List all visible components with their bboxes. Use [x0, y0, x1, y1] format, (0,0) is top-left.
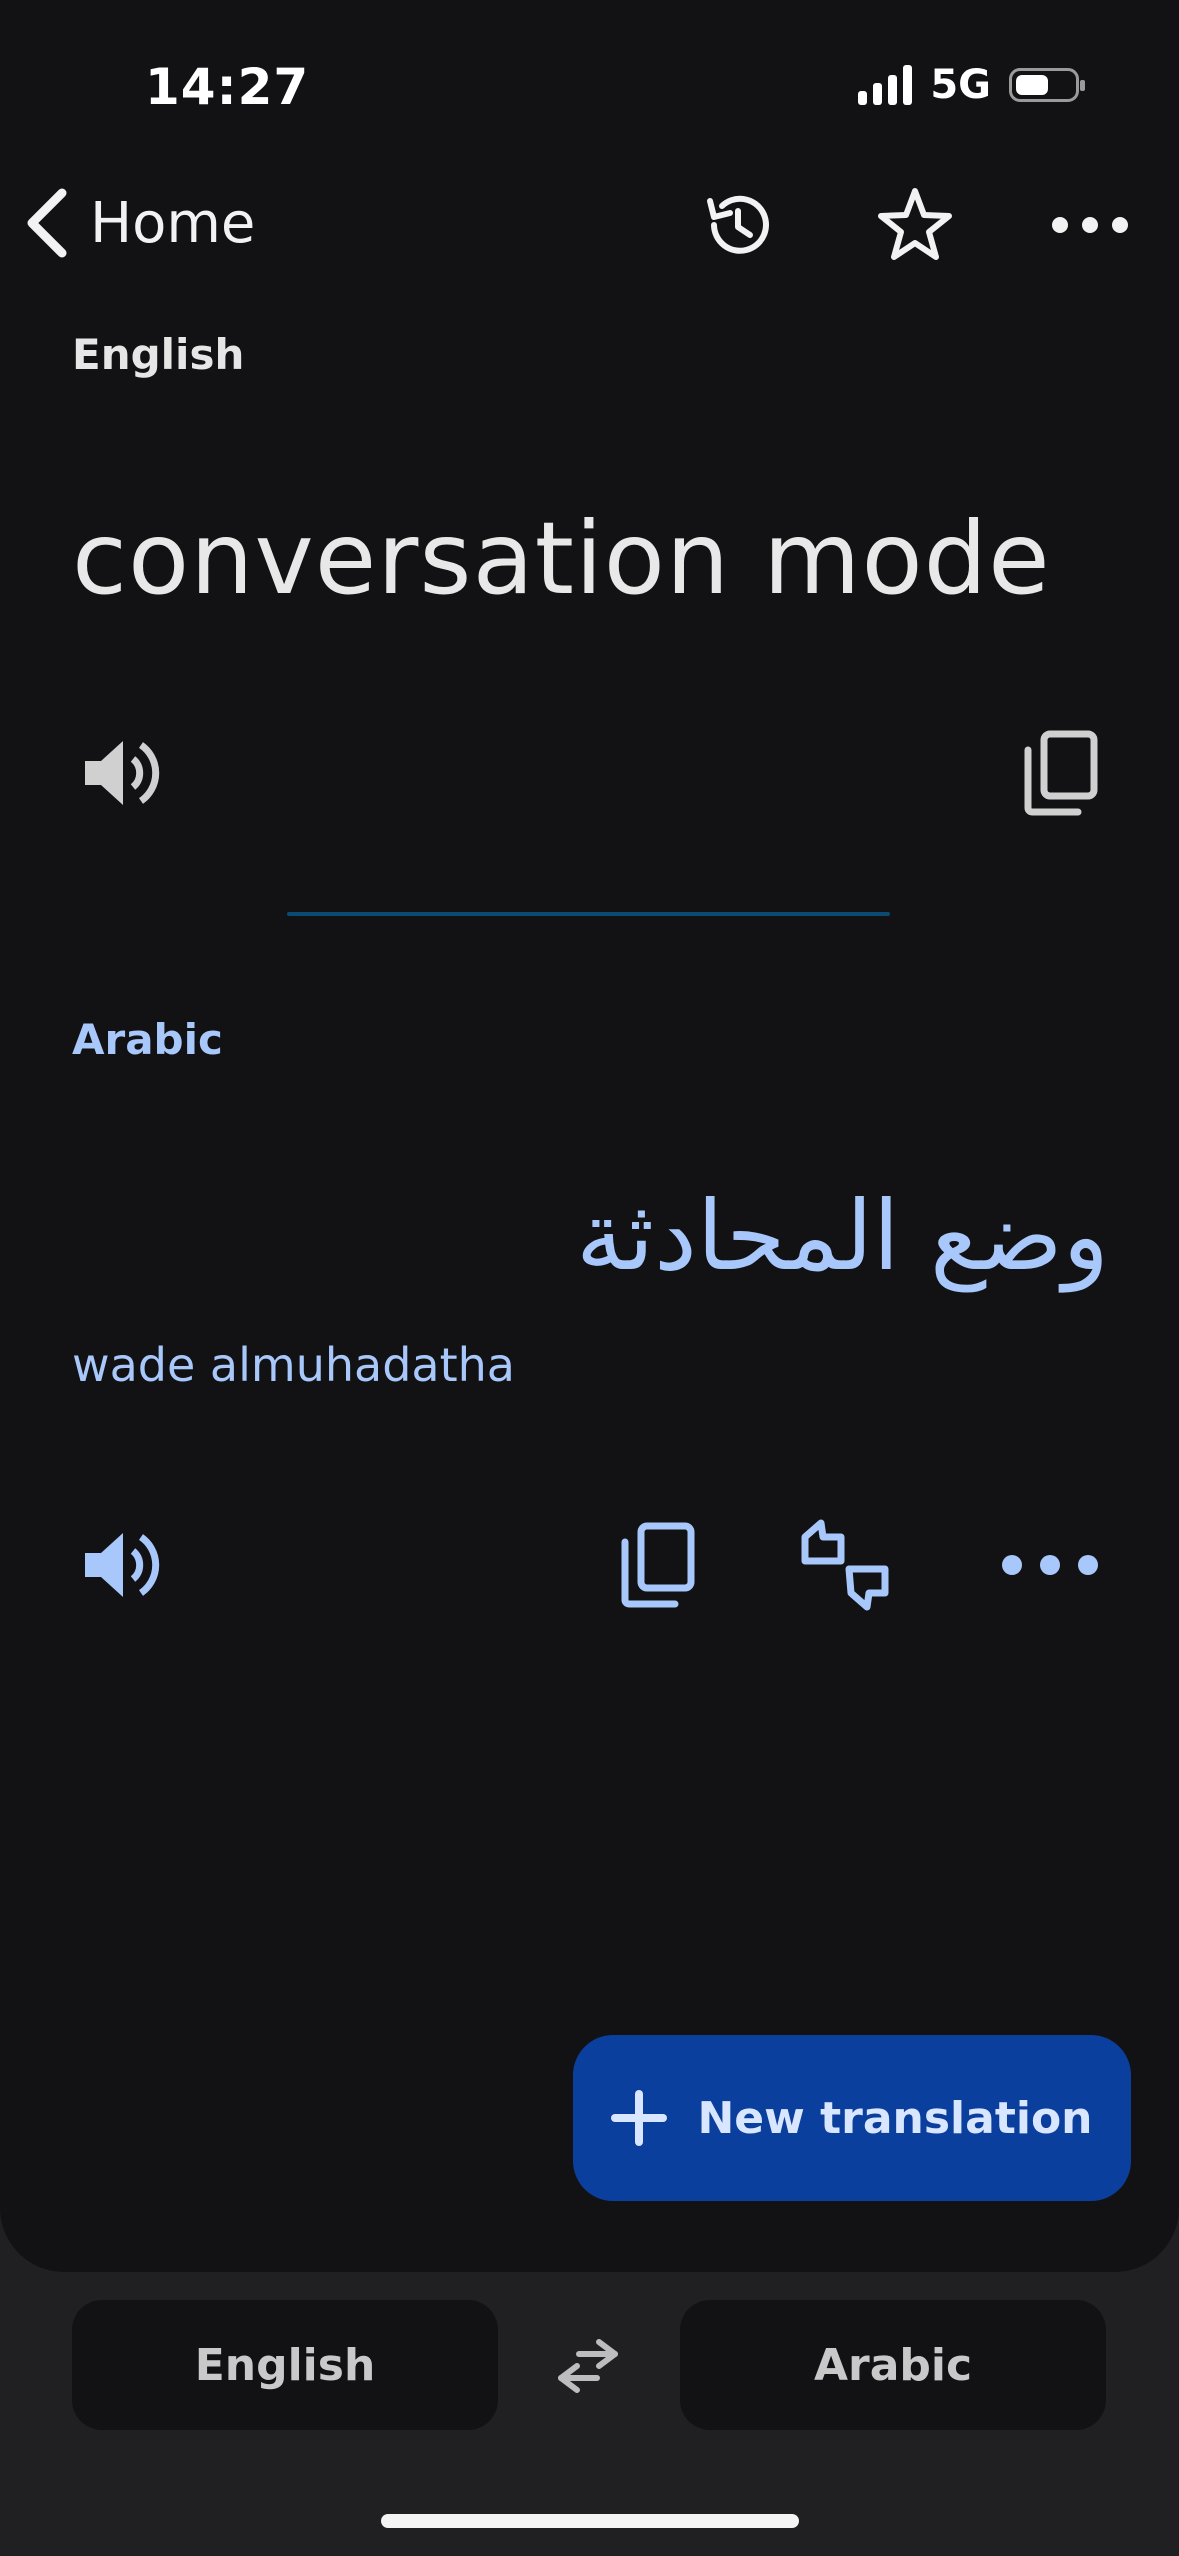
target-language-button[interactable]: Arabic	[680, 2300, 1106, 2430]
new-translation-label: New translation	[697, 2092, 1093, 2144]
source-language-label: English	[72, 330, 245, 379]
signal-icon	[858, 65, 913, 105]
feedback-icon[interactable]	[795, 1515, 895, 1615]
divider	[287, 912, 890, 916]
status-time: 14:27	[145, 58, 310, 116]
source-text[interactable]: conversation mode	[72, 500, 1051, 617]
home-indicator[interactable]	[381, 2514, 799, 2528]
star-icon[interactable]	[875, 185, 955, 265]
target-copy-icon[interactable]	[612, 1520, 702, 1610]
source-copy-icon[interactable]	[1015, 728, 1105, 818]
back-label: Home	[90, 190, 256, 256]
target-more-icon[interactable]	[1000, 1550, 1100, 1580]
history-icon[interactable]	[698, 185, 778, 265]
swap-languages-icon[interactable]	[552, 2330, 624, 2402]
more-icon[interactable]	[1050, 185, 1130, 265]
status-indicators: 5G	[858, 62, 1085, 108]
network-label: 5G	[930, 62, 991, 108]
source-speaker-icon[interactable]	[76, 728, 166, 818]
target-speaker-icon[interactable]	[76, 1520, 166, 1610]
target-text[interactable]: وضع المحادثة	[576, 1180, 1109, 1292]
new-translation-button[interactable]: New translation	[573, 2035, 1131, 2201]
source-language-button[interactable]: English	[72, 2300, 498, 2430]
chevron-left-icon	[27, 188, 67, 258]
plus-icon	[611, 2090, 668, 2146]
target-language-label: Arabic	[72, 1015, 223, 1064]
transliteration: wade almuhadatha	[72, 1338, 515, 1392]
screen: 14:27 5G Home English conversation mode	[0, 0, 1179, 2556]
back-button[interactable]: Home	[22, 185, 255, 261]
battery-icon	[1009, 68, 1085, 102]
